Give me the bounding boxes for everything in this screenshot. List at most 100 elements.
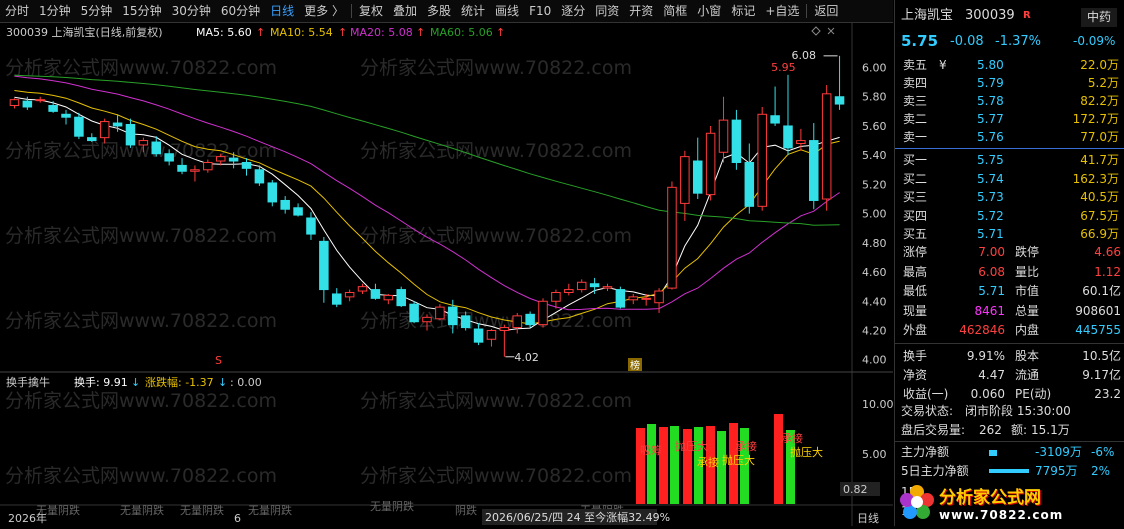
ask-price: 5.78 <box>977 94 1004 108</box>
candle-body <box>564 289 574 293</box>
bid-row[interactable]: 买五 5.71 66.9万 <box>895 225 1124 244</box>
last-price: 5.75 <box>901 32 939 50</box>
sub-signal-label: 吸筹 <box>640 443 662 457</box>
bid-row[interactable]: 买四 5.72 67.5万 <box>895 207 1124 226</box>
stat2-row: 换手 9.91% 股本 10.5亿 <box>895 347 1124 366</box>
sub-faint-label: 无量阴跌 <box>120 503 164 517</box>
watermark-text: 分析家公式网www.70822.com <box>360 225 632 247</box>
ask-row[interactable]: 卖二 5.77 172.7万 <box>895 110 1124 129</box>
candle-body <box>435 306 445 320</box>
candle-body <box>267 182 278 203</box>
bid-row[interactable]: 买三 5.73 40.5万 <box>895 188 1124 207</box>
ask-row[interactable]: 卖四 5.79 5.2万 <box>895 74 1124 93</box>
price-tick: 5.80 <box>862 91 887 104</box>
toolbar-item-4[interactable]: 30分钟 <box>167 0 216 22</box>
toolbar-item-9[interactable]: 叠加 <box>388 0 422 22</box>
bid-label: 买二 <box>903 171 928 186</box>
sub-signal-label: 抛压大 <box>790 445 823 459</box>
candle-body <box>177 164 187 172</box>
toolbar-item-0[interactable]: 分时 <box>0 0 34 22</box>
toolbar-item-17[interactable]: 简框 <box>658 0 692 22</box>
watermark-text: 分析家公式网www.70822.com <box>5 225 277 247</box>
toolbar-item-15[interactable]: 同资 <box>590 0 624 22</box>
stat-value: 0.060 <box>970 386 1005 401</box>
candle-body <box>576 281 587 291</box>
toolbar-item-3[interactable]: 15分钟 <box>117 0 166 22</box>
toolbar-item-11[interactable]: 统计 <box>456 0 490 22</box>
toolbar-item-12[interactable]: 画线 <box>490 0 524 22</box>
sub-current-value: 0.82 <box>843 483 868 496</box>
stat-value: 445755 <box>1075 323 1121 337</box>
after-hours-label: 盘后交易量: <box>901 423 966 437</box>
stat-value: 4.47 <box>978 367 1005 382</box>
bid-label: 买四 <box>903 208 928 223</box>
toolbar-item-13[interactable]: F10 <box>524 0 556 22</box>
toolbar-item-8[interactable]: 复权 <box>354 0 388 22</box>
logo-url: www.70822.com <box>939 507 1064 522</box>
price-tick: 5.40 <box>862 149 887 162</box>
stat-label: 净资 <box>903 367 928 382</box>
bid-row[interactable]: 买二 5.74 162.3万 <box>895 170 1124 189</box>
stat-value: 4.66 <box>1094 245 1121 259</box>
candle-body <box>48 105 58 112</box>
stock-code: 300039 <box>965 8 1015 23</box>
date-readout: 2026/06/25/四 24 至今涨幅32.49% <box>485 510 670 524</box>
sub-bar <box>670 426 679 504</box>
toolbar-item-6[interactable]: 日线 <box>265 0 299 22</box>
toolbar-item-7[interactable]: 更多 〉 <box>299 0 349 22</box>
ma5-legend: MA5: 5.60 <box>196 26 252 39</box>
ma10-legend: MA10: 5.54 <box>270 26 333 39</box>
candle-body <box>112 122 123 127</box>
book-divider <box>895 148 1124 149</box>
stat-value: 1.12 <box>1094 264 1121 279</box>
bid-row[interactable]: 买一 5.75 41.7万 <box>895 151 1124 170</box>
logo-flower-icon <box>900 485 934 519</box>
price-tick: 5.00 <box>862 208 887 221</box>
candle-body <box>538 300 548 326</box>
candle-body <box>667 186 677 289</box>
sub-bar <box>647 424 656 504</box>
stat-label: 涨停 <box>903 245 928 259</box>
candle-body <box>61 113 71 118</box>
toolbar-item-1[interactable]: 1分钟 <box>34 0 76 22</box>
industry-tag[interactable]: 中药 <box>1081 8 1118 27</box>
toolbar-item-18[interactable]: 小窗 <box>692 0 726 22</box>
toolbar-item-20[interactable]: +自选 <box>760 0 804 22</box>
candle-body <box>628 296 639 301</box>
mainflow-pct: -6% <box>1091 445 1115 459</box>
fiveday-pct: 2% <box>1091 464 1111 478</box>
toolbar-item-16[interactable]: 开资 <box>624 0 658 22</box>
ask-row[interactable]: 卖三 5.78 82.2万 <box>895 92 1124 111</box>
candle-body <box>35 99 45 102</box>
candle-body <box>344 291 355 298</box>
candle-body <box>473 328 484 343</box>
toolbar-item-10[interactable]: 多股 <box>422 0 456 22</box>
kline-chart-area[interactable]: 分析家公式网www.70822.com 分析家公式网www.70822.com 分析… <box>0 22 894 526</box>
ask-row[interactable]: 卖五 ¥5.80 22.0万 <box>895 56 1124 75</box>
toolbar-item-5[interactable]: 60分钟 <box>216 0 265 22</box>
candle-body <box>151 141 162 155</box>
chart-title: 300039 上海凯宝(日线,前复权) <box>6 25 163 39</box>
ask-row[interactable]: 卖一 5.76 77.0万 <box>895 128 1124 147</box>
price-tick: 4.60 <box>862 266 887 279</box>
candle-body <box>319 240 329 291</box>
candle-body <box>357 286 368 292</box>
candle-body <box>602 286 613 289</box>
candle-body <box>22 100 33 108</box>
ask-label: 卖四 <box>903 76 928 90</box>
stat-label: 收益(一) <box>903 386 949 401</box>
watermark-text: 分析家公式网www.70822.com <box>360 140 632 162</box>
candle-body <box>215 156 226 162</box>
price-tick: 5.60 <box>862 120 887 133</box>
toolbar-item-19[interactable]: 标记 <box>726 0 760 22</box>
watermark-text: 分析家公式网www.70822.com <box>360 57 632 79</box>
bid-price: 5.73 <box>977 190 1004 204</box>
toolbar-item-21[interactable]: 返回 <box>809 0 843 22</box>
ask-price: 5.79 <box>977 76 1004 90</box>
bid-volume: 40.5万 <box>1080 190 1119 204</box>
sub-faint-label: 无量阴跌 <box>370 499 414 513</box>
stat-value: 6.08 <box>978 264 1005 279</box>
price-tick: 4.40 <box>862 295 887 308</box>
toolbar-item-14[interactable]: 逐分 <box>556 0 590 22</box>
toolbar-item-2[interactable]: 5分钟 <box>76 0 118 22</box>
